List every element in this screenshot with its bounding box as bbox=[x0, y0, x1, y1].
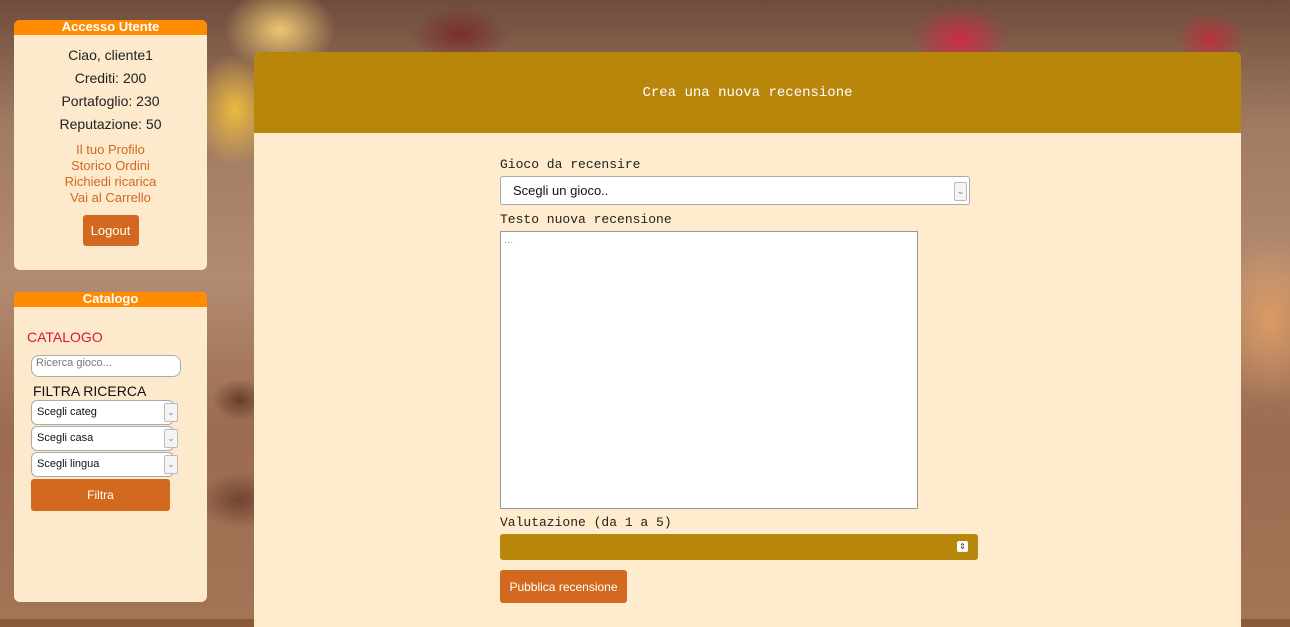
rating-label: Valutazione (da 1 a 5) bbox=[500, 515, 672, 530]
publish-review-button[interactable]: Pubblica recensione bbox=[500, 570, 627, 603]
game-select[interactable]: Scegli un gioco.. ⌄ bbox=[500, 176, 970, 205]
language-select[interactable]: Scegli lingua ⌄ bbox=[31, 452, 178, 477]
user-access-panel: Accesso Utente Ciao, cliente1 Crediti: 2… bbox=[14, 20, 207, 270]
game-search-input[interactable]: Ricerca gioco... bbox=[31, 355, 181, 377]
chevron-down-icon: ⌄ bbox=[164, 455, 178, 474]
language-select-value: Scegli lingua bbox=[37, 458, 100, 470]
review-text-label: Testo nuova recensione bbox=[500, 212, 672, 227]
category-select[interactable]: Scegli categ ⌄ bbox=[31, 400, 178, 425]
category-select-value: Scegli categ bbox=[37, 406, 97, 418]
updown-arrows-icon: ⇕ bbox=[957, 541, 968, 552]
page-title: Crea una nuova recensione bbox=[254, 52, 1241, 133]
game-select-value: Scegli un gioco.. bbox=[513, 183, 609, 198]
logout-button[interactable]: Logout bbox=[82, 215, 139, 246]
order-history-link[interactable]: Storico Ordini bbox=[14, 158, 207, 174]
rating-select[interactable]: ⇕ bbox=[500, 534, 978, 560]
filter-button[interactable]: Filtra bbox=[31, 479, 170, 511]
chevron-down-icon: ⌄ bbox=[954, 182, 967, 201]
filter-label: FILTRA RICERCA bbox=[33, 383, 147, 399]
catalog-panel: Catalogo CATALOGO Ricerca gioco... FILTR… bbox=[14, 292, 207, 602]
wallet-text: Portafoglio: 230 bbox=[61, 93, 160, 109]
review-form-card: Crea una nuova recensione Gioco da recen… bbox=[254, 52, 1241, 627]
chevron-down-icon: ⌄ bbox=[164, 403, 178, 422]
profile-link[interactable]: Il tuo Profilo bbox=[14, 142, 207, 158]
catalog-panel-title: Catalogo bbox=[14, 292, 207, 307]
reputation-text: Reputazione: 50 bbox=[59, 116, 162, 132]
greeting-text: Ciao, cliente1 bbox=[68, 47, 153, 63]
publisher-select[interactable]: Scegli casa ⌄ bbox=[31, 426, 178, 451]
cart-link[interactable]: Vai al Carrello bbox=[14, 190, 207, 206]
catalog-heading: CATALOGO bbox=[27, 329, 103, 345]
request-recharge-link[interactable]: Richiedi ricarica bbox=[14, 174, 207, 190]
game-select-label: Gioco da recensire bbox=[500, 157, 641, 172]
review-textarea[interactable]: ... bbox=[500, 231, 918, 509]
chevron-down-icon: ⌄ bbox=[164, 429, 178, 448]
publisher-select-value: Scegli casa bbox=[37, 432, 94, 444]
credits-text: Crediti: 200 bbox=[74, 70, 147, 86]
user-panel-title: Accesso Utente bbox=[14, 20, 207, 35]
